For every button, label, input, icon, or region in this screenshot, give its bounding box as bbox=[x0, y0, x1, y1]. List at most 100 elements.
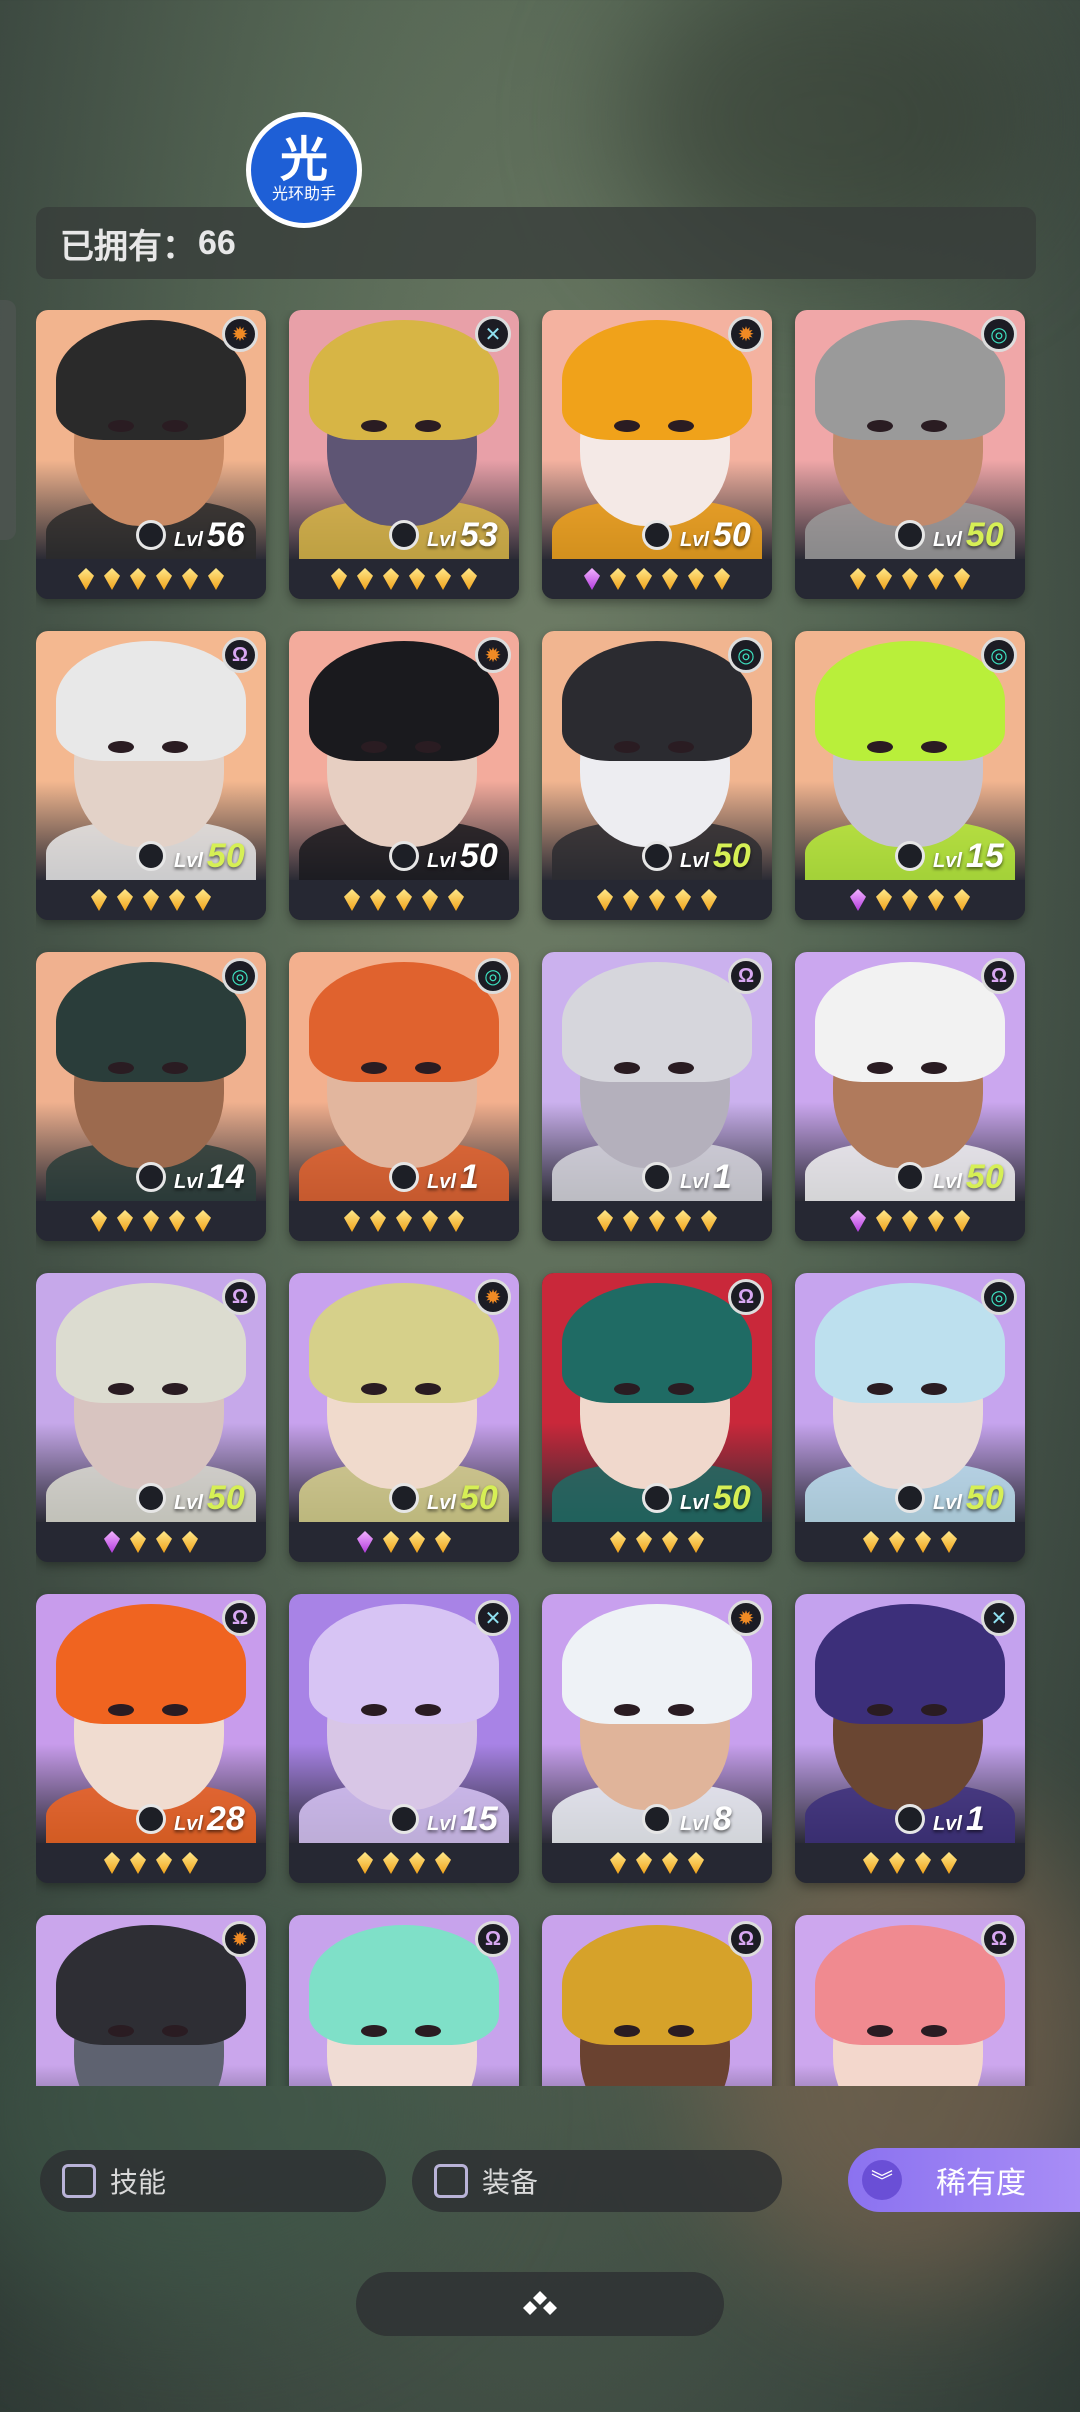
level-prefix: Lvl bbox=[427, 1812, 456, 1835]
hero-card[interactable]: Ω bbox=[289, 1915, 519, 2086]
purple-gem-icon bbox=[584, 568, 600, 590]
gold-gem-icon bbox=[91, 1210, 107, 1232]
level-number: 50 bbox=[206, 836, 245, 875]
hero-card[interactable]: ✕ Lvl 53 bbox=[289, 310, 519, 599]
hero-level: Lvl 1 bbox=[933, 1800, 985, 1839]
star-rating bbox=[795, 880, 1025, 920]
star-rating bbox=[36, 559, 266, 599]
hero-eye bbox=[867, 1704, 893, 1716]
level-number: 8 bbox=[712, 1799, 732, 1838]
gold-gem-icon bbox=[902, 568, 918, 590]
hero-card[interactable]: ✹ Lvl 50 bbox=[289, 1273, 519, 1562]
hero-card[interactable]: Ω Lvl 1 bbox=[542, 952, 772, 1241]
hero-eye bbox=[162, 1383, 188, 1395]
collapse-panel-button[interactable] bbox=[356, 2272, 724, 2336]
hero-card[interactable]: ◎ Lvl 14 bbox=[36, 952, 266, 1241]
gold-gem-icon bbox=[78, 568, 94, 590]
hero-eye bbox=[614, 2025, 640, 2037]
rarity-sort-button[interactable]: ︾ 稀有度 bbox=[848, 2148, 1080, 2212]
star-rating bbox=[289, 1201, 519, 1241]
hero-hair bbox=[562, 962, 752, 1082]
hero-hair bbox=[815, 1925, 1005, 2045]
side-drawer-tab[interactable] bbox=[0, 300, 16, 540]
gold-gem-icon bbox=[954, 568, 970, 590]
watermark-caption: 光环助手 bbox=[271, 186, 336, 203]
hero-level-row: Lvl 1 bbox=[895, 1799, 985, 1839]
hero-hair bbox=[56, 1925, 246, 2045]
owned-count: 66 bbox=[198, 223, 236, 262]
hero-card[interactable]: Ω Lvl 28 bbox=[36, 1594, 266, 1883]
gold-gem-icon bbox=[409, 1852, 425, 1874]
awaken-progress-icon bbox=[136, 1162, 166, 1192]
level-prefix: Lvl bbox=[680, 1491, 709, 1514]
hero-card[interactable]: ✹ Lvl 50 bbox=[542, 310, 772, 599]
equipment-checkbox[interactable] bbox=[434, 2164, 468, 2198]
level-prefix: Lvl bbox=[427, 1491, 456, 1514]
gold-gem-icon bbox=[331, 568, 347, 590]
level-prefix: Lvl bbox=[427, 1170, 456, 1193]
hero-card[interactable]: ◎ Lvl 50 bbox=[795, 310, 1025, 599]
level-prefix: Lvl bbox=[174, 1491, 203, 1514]
hero-card[interactable]: Ω Lvl 50 bbox=[36, 631, 266, 920]
omega-icon: Ω bbox=[728, 958, 764, 994]
hero-eye bbox=[668, 420, 694, 432]
hero-card[interactable]: ✹ Lvl 8 bbox=[542, 1594, 772, 1883]
skill-filter-toggle[interactable]: 技能 bbox=[40, 2150, 386, 2212]
level-prefix: Lvl bbox=[680, 1170, 709, 1193]
hero-eye bbox=[614, 1704, 640, 1716]
gold-gem-icon bbox=[915, 1531, 931, 1553]
hero-card[interactable]: Ω Lvl 50 bbox=[795, 952, 1025, 1241]
gold-gem-icon bbox=[357, 1852, 373, 1874]
hero-card[interactable]: ✹ bbox=[36, 1915, 266, 2086]
hero-level-row: Lvl 50 bbox=[389, 1478, 498, 1518]
hero-card[interactable]: Ω bbox=[542, 1915, 772, 2086]
hero-level: Lvl 50 bbox=[174, 1479, 245, 1518]
hero-level-row: Lvl 50 bbox=[642, 1478, 751, 1518]
gold-gem-icon bbox=[876, 1210, 892, 1232]
gold-gem-icon bbox=[182, 568, 198, 590]
gold-gem-icon bbox=[662, 1852, 678, 1874]
level-prefix: Lvl bbox=[933, 528, 962, 551]
gold-gem-icon bbox=[117, 1210, 133, 1232]
hero-card[interactable]: ✹ Lvl 56 bbox=[36, 310, 266, 599]
hero-card[interactable]: Ω Lvl 50 bbox=[36, 1273, 266, 1562]
hero-level: Lvl 15 bbox=[933, 837, 1004, 876]
hero-card[interactable]: ✕ Lvl 1 bbox=[795, 1594, 1025, 1883]
awaken-progress-icon bbox=[895, 1483, 925, 1513]
hero-hair bbox=[562, 1925, 752, 2045]
gold-gem-icon bbox=[435, 1531, 451, 1553]
hero-card[interactable]: ◎ Lvl 50 bbox=[795, 1273, 1025, 1562]
awaken-progress-icon bbox=[895, 1804, 925, 1834]
star-rating bbox=[795, 1843, 1025, 1883]
hero-card[interactable]: ✕ Lvl 15 bbox=[289, 1594, 519, 1883]
star-rating bbox=[36, 880, 266, 920]
hero-level: Lvl 14 bbox=[174, 1158, 245, 1197]
cross-icon: ✕ bbox=[475, 1600, 511, 1636]
gold-gem-icon bbox=[623, 1210, 639, 1232]
hero-eye bbox=[867, 741, 893, 753]
hero-card[interactable]: ◎ Lvl 15 bbox=[795, 631, 1025, 920]
gold-gem-icon bbox=[662, 1531, 678, 1553]
hero-level: Lvl 50 bbox=[680, 837, 751, 876]
hero-hair bbox=[815, 320, 1005, 440]
hero-eye bbox=[108, 1383, 134, 1395]
skill-checkbox[interactable] bbox=[62, 2164, 96, 2198]
gold-gem-icon bbox=[143, 1210, 159, 1232]
hero-grid[interactable]: ✹ Lvl 56 ✕ Lvl 53 ✹ Lvl 50 ◎ Lvl 50 Ω Lvl 50 ✹ Lvl 5… bbox=[36, 310, 1036, 2086]
hero-card[interactable]: ◎ Lvl 50 bbox=[542, 631, 772, 920]
hero-eye bbox=[361, 741, 387, 753]
star-rating bbox=[289, 559, 519, 599]
level-number: 50 bbox=[712, 1478, 751, 1517]
purple-gem-icon bbox=[104, 1531, 120, 1553]
hero-card[interactable]: ✹ Lvl 50 bbox=[289, 631, 519, 920]
purple-gem-icon bbox=[357, 1531, 373, 1553]
hero-card[interactable]: Ω Lvl 50 bbox=[542, 1273, 772, 1562]
equipment-filter-toggle[interactable]: 装备 bbox=[412, 2150, 782, 2212]
hero-eye bbox=[108, 2025, 134, 2037]
star-rating bbox=[289, 880, 519, 920]
hero-eye bbox=[361, 420, 387, 432]
gold-gem-icon bbox=[422, 889, 438, 911]
hero-card[interactable]: Ω bbox=[795, 1915, 1025, 2086]
hero-card[interactable]: ◎ Lvl 1 bbox=[289, 952, 519, 1241]
gold-gem-icon bbox=[143, 889, 159, 911]
